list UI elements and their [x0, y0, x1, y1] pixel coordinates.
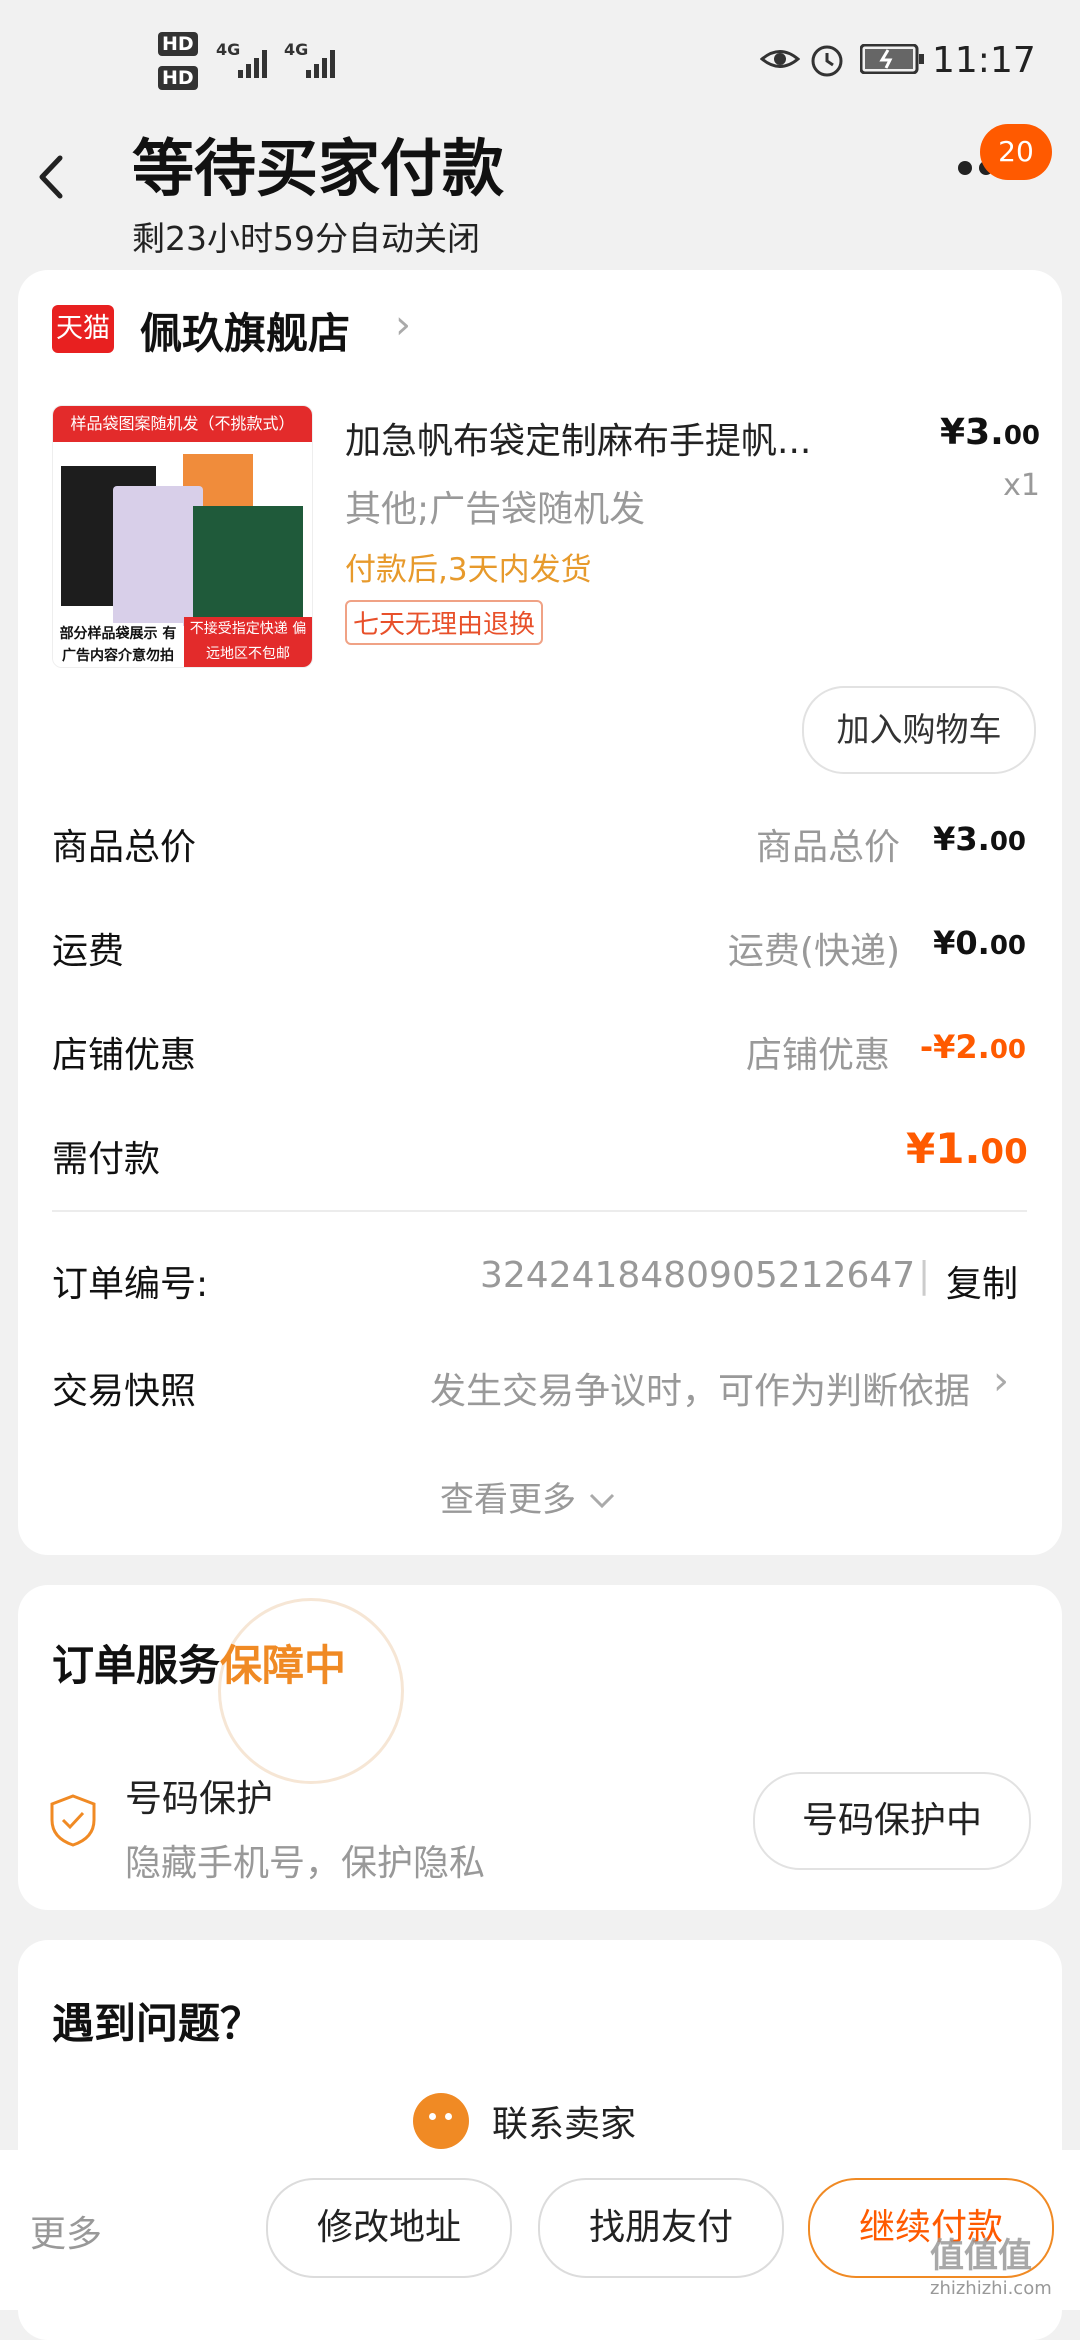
service-status-highlight: 保障中 [220, 1641, 347, 1690]
summary-sub-shipping: 运费(快递) [727, 931, 900, 972]
signal-icon-1 [238, 50, 267, 78]
back-button[interactable] [36, 152, 86, 222]
summary-value-payable: ¥1.00 [906, 1124, 1028, 1173]
view-more-label: 查看更多 [440, 1480, 576, 1520]
summary-sub-total: 商品总价 [755, 827, 900, 868]
hd-indicator-2: HD [158, 66, 198, 90]
alarm-icon [811, 45, 843, 77]
hd-indicator-1: HD [158, 32, 198, 56]
watermark-text: 值值值 [930, 2236, 1032, 2276]
product-spec: 其他;广告袋随机发 [345, 489, 646, 530]
product-price: ¥3.00 [940, 412, 1040, 453]
eye-icon [760, 50, 800, 68]
product-quantity: x1 [1003, 468, 1040, 503]
number-protection-title: 号码保护 [125, 1777, 273, 1820]
seller-chat-icon[interactable] [413, 2093, 469, 2149]
summary-value-discount: -¥2.00 [919, 1028, 1026, 1066]
shipping-promise: 付款后,3天内发货 [345, 552, 592, 588]
summary-label-discount: 店铺优惠 [52, 1035, 197, 1076]
network-type-2: 4G [284, 40, 309, 59]
snapshot-hint[interactable]: 发生交易争议时，可作为判断依据 [360, 1362, 970, 1414]
chevron-right-icon[interactable]: › [993, 1358, 1009, 1404]
product-image-banner: 样品袋图案随机发（不挑款式） [53, 406, 312, 442]
summary-value-shipping: ¥0.00 [933, 924, 1026, 962]
chevron-right-icon[interactable]: › [395, 302, 411, 348]
signal-icon-2 [306, 50, 335, 78]
contact-seller-button[interactable]: 联系卖家 [492, 2095, 636, 2147]
summary-label-shipping: 运费 [52, 931, 125, 972]
snapshot-label[interactable]: 交易快照 [52, 1362, 196, 1414]
modify-address-button[interactable]: 修改地址 [266, 2178, 512, 2278]
tmall-logo-icon: 天猫 [52, 305, 114, 353]
page-title: 等待买家付款 [132, 132, 505, 205]
product-name[interactable]: 加急帆布袋定制麻布手提帆... [345, 412, 865, 464]
divider [52, 1210, 1027, 1212]
auto-close-countdown: 剩23小时59分自动关闭 [132, 219, 480, 258]
copy-order-number-button[interactable]: 复制 [946, 1255, 1018, 1307]
product-image-note-right: 不接受指定快递 偏远地区不包邮 [184, 617, 312, 667]
more-actions-button[interactable]: 更多 [30, 2205, 102, 2257]
return-policy-tag: 七天无理由退换 [345, 600, 544, 645]
service-title: 订单服务保障中 [52, 1641, 347, 1690]
view-more-button[interactable]: 查看更多 [440, 1472, 617, 1521]
watermark-url: zhizhizhi.com [930, 2278, 1052, 2299]
friend-pay-button[interactable]: 找朋友付 [538, 2178, 784, 2278]
help-title: 遇到问题？ [52, 1999, 263, 2048]
back-arrow-icon [39, 155, 63, 199]
order-number: 3242418480905212647 [480, 1255, 916, 1296]
separator: | [918, 1255, 931, 1296]
number-protection-desc: 隐藏手机号，保护隐私 [125, 1843, 486, 1884]
message-count-badge[interactable]: 20 [980, 124, 1052, 180]
summary-sub-discount: 店铺优惠 [745, 1035, 890, 1076]
battery-icon [860, 44, 924, 74]
summary-label-payable: 需付款 [52, 1139, 161, 1180]
clock-time: 11:17 [932, 40, 1036, 81]
summary-value-total: ¥3.00 [933, 820, 1026, 858]
order-number-label: 订单编号: [52, 1264, 209, 1305]
status-bar: HD HD 4G 4G 11:17 [0, 0, 1080, 120]
summary-label-total: 商品总价 [52, 827, 197, 868]
shop-name[interactable]: 佩玖旗舰店 [140, 300, 350, 361]
shield-icon [50, 1794, 96, 1847]
product-image[interactable]: 样品袋图案随机发（不挑款式） 部分样品袋展示 有广告内容介意勿拍 不接受指定快递… [52, 405, 313, 668]
more-dots-icon [958, 161, 972, 175]
product-image-note-left: 部分样品袋展示 有广告内容介意勿拍 [53, 623, 183, 667]
network-type-1: 4G [216, 40, 241, 59]
add-to-cart-button[interactable]: 加入购物车 [802, 686, 1036, 774]
number-protection-button[interactable]: 号码保护中 [753, 1772, 1031, 1870]
chevron-down-icon [589, 1493, 614, 1509]
